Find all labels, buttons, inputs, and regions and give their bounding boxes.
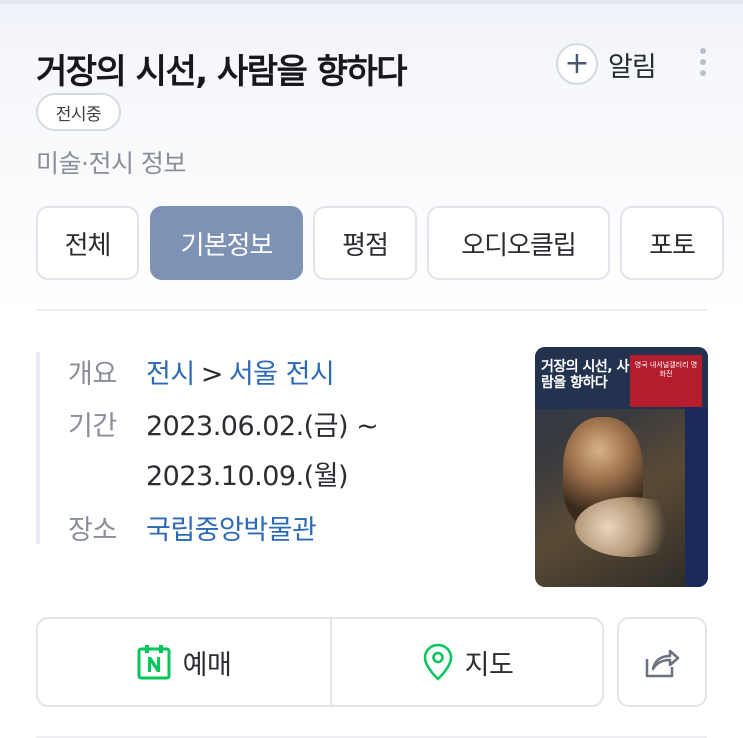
alarm-label: 알림 bbox=[608, 51, 657, 83]
tab-bar: 전체 기본정보 평점 오디오클립 포토 bbox=[36, 206, 743, 280]
more-vertical-icon-dot bbox=[700, 70, 706, 76]
alarm-button[interactable]: + 알림 bbox=[556, 42, 657, 86]
poster-title: 거장의 시선, 사람을 향하다 bbox=[541, 359, 629, 391]
tab-audio-clip[interactable]: 오디오클립 bbox=[427, 206, 610, 280]
poster-side-band bbox=[685, 407, 708, 587]
breadcrumb-separator: > bbox=[200, 359, 224, 390]
booking-button[interactable]: 예매 bbox=[38, 619, 330, 705]
venue-link[interactable]: 국립중앙박물관 bbox=[146, 515, 317, 546]
top-edge-line bbox=[0, 0, 743, 4]
share-icon bbox=[645, 649, 680, 678]
booking-label: 예매 bbox=[182, 649, 232, 681]
more-vertical-icon-dot bbox=[700, 48, 706, 54]
map-label: 지도 bbox=[464, 649, 514, 681]
poster-painting-arm bbox=[575, 497, 685, 557]
plus-icon: + bbox=[556, 43, 598, 85]
overview-row: 개요 전시 > 서울 전시 bbox=[68, 352, 335, 391]
map-pin-icon bbox=[423, 643, 452, 681]
info-section: 개요 전시 > 서울 전시 기간 2023.06.02.(금) ~ 2023.10.09… bbox=[36, 352, 496, 547]
period-end-row: 2023.10.09.(월) bbox=[68, 454, 349, 493]
naver-calendar-icon bbox=[137, 645, 171, 680]
map-button[interactable]: 지도 bbox=[332, 619, 604, 705]
status-badge: 전시중 bbox=[36, 93, 121, 131]
poster-subtitle: 영국 내셔널갤러리 명화전 bbox=[634, 361, 698, 378]
overview-category-link[interactable]: 전시 bbox=[146, 359, 195, 390]
exhibition-poster[interactable]: 거장의 시선, 사람을 향하다 영국 내셔널갤러리 명화전 bbox=[535, 347, 708, 587]
category-label: 미술·전시 정보 bbox=[36, 149, 186, 178]
period-row: 기간 2023.06.02.(금) ~ bbox=[68, 404, 379, 443]
tab-photo[interactable]: 포토 bbox=[620, 206, 724, 280]
tab-all[interactable]: 전체 bbox=[36, 206, 139, 280]
tab-rating[interactable]: 평점 bbox=[313, 206, 417, 280]
share-button[interactable] bbox=[617, 617, 707, 707]
venue-row: 장소 국립중앙박물관 bbox=[68, 508, 317, 547]
overview-label: 개요 bbox=[68, 359, 117, 390]
period-end: 2023.10.09.(월) bbox=[146, 461, 349, 492]
action-bar: 예매 지도 bbox=[36, 617, 604, 707]
more-options-button[interactable] bbox=[694, 46, 712, 78]
section-divider bbox=[36, 309, 707, 311]
overview-region-link[interactable]: 서울 전시 bbox=[229, 359, 335, 390]
period-start: 2023.06.02.(금) ~ bbox=[146, 411, 379, 442]
period-label: 기간 bbox=[68, 411, 117, 442]
tab-basic-info[interactable]: 기본정보 bbox=[150, 206, 303, 280]
venue-label: 장소 bbox=[68, 515, 117, 546]
exhibition-title: 거장의 시선, 사람을 향하다 bbox=[36, 52, 408, 92]
more-vertical-icon-dot bbox=[700, 59, 706, 65]
